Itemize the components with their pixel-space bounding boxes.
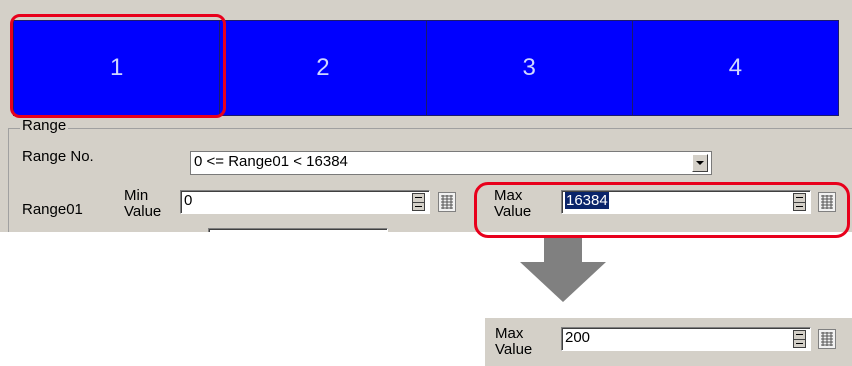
keypad-icon [821,195,833,209]
spin-down-icon [794,203,805,211]
max-value-input[interactable]: 16384 [561,190,811,214]
max-label-line2: Value [494,203,532,220]
min-spin-button[interactable] [412,193,425,211]
result-spin-button[interactable] [793,330,806,348]
range-no-value: 0 <= Range01 < 16384 [194,153,348,170]
spin-down-icon [413,203,424,211]
tab-4-label: 4 [728,54,743,81]
keypad-icon [441,195,453,209]
chevron-down-icon [696,160,704,165]
min-value-text: 0 [184,192,193,209]
range-no-dropdown-button[interactable] [692,154,708,172]
settings-panel: 1 2 3 4 Range Range No. 0 <= Range01 < 1… [0,0,852,232]
tab-2[interactable]: 2 [220,21,427,115]
spin-down-icon [794,340,805,348]
result-keypad-button[interactable] [818,329,836,349]
tab-2-label: 2 [316,54,330,81]
tab-strip: 1 2 3 4 [13,20,839,116]
max-label: Max Value [494,188,531,220]
tab-1-label: 1 [109,54,124,81]
arrow-down-icon [520,238,606,302]
spin-up-icon [413,194,424,203]
result-max-label-line2: Value [495,341,533,358]
min-label: Min Value [124,188,161,220]
result-panel: Max Value 200 [485,318,852,366]
tab-1[interactable]: 1 [14,21,221,115]
result-max-label: Max Value [495,326,532,358]
min-label-line2: Value [124,203,162,220]
max-label-line1: Max [494,187,523,204]
tab-4[interactable]: 4 [632,21,838,115]
result-max-value-text: 200 [565,329,591,346]
range-no-select[interactable]: 0 <= Range01 < 16384 [190,151,712,175]
hidden-field [208,228,388,232]
spin-up-icon [794,194,805,203]
tab-3[interactable]: 3 [426,21,633,115]
max-spin-button[interactable] [793,193,806,211]
range-no-label: Range No. [22,148,94,165]
keypad-icon [821,332,833,346]
max-value-text: 16384 [565,192,609,209]
max-keypad-button[interactable] [818,192,836,212]
spin-up-icon [794,331,805,340]
min-keypad-button[interactable] [438,192,456,212]
result-max-value-input[interactable]: 200 [561,327,811,351]
min-value-input[interactable]: 0 [180,190,430,214]
range-group-title: Range [20,117,69,134]
tab-3-label: 3 [522,54,536,81]
min-label-line1: Min [124,187,149,204]
range01-label: Range01 [22,201,83,218]
result-max-label-line1: Max [495,325,524,342]
